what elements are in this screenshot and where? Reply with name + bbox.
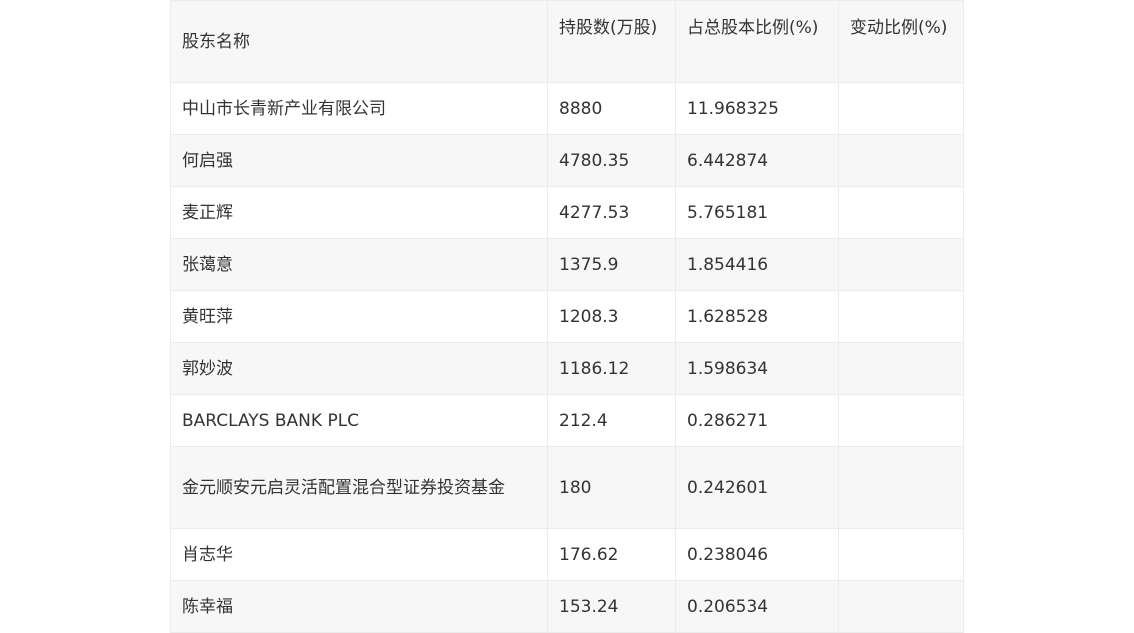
table-row: 中山市长青新产业有限公司 8880 11.968325 xyxy=(170,82,964,135)
table-row: 金元顺安元启灵活配置混合型证券投资基金 180 0.242601 xyxy=(170,446,964,529)
header-row: 股东名称 持股数(万股) 占总股本比例(%) 变动比例(%) xyxy=(170,0,964,83)
cell-shareholder-name: 郭妙波 xyxy=(170,342,548,395)
table-row: 陈幸福 153.24 0.206534 xyxy=(170,580,964,633)
table-body: 中山市长青新产业有限公司 8880 11.968325 何启强 4780.35 … xyxy=(170,82,964,633)
cell-shares: 1186.12 xyxy=(547,342,676,395)
cell-ratio: 1.598634 xyxy=(675,342,839,395)
cell-ratio: 5.765181 xyxy=(675,186,839,239)
cell-change xyxy=(838,446,964,529)
header-ratio: 占总股本比例(%) xyxy=(675,0,839,83)
cell-shareholder-name: 肖志华 xyxy=(170,528,548,581)
cell-change xyxy=(838,580,964,633)
cell-ratio: 11.968325 xyxy=(675,82,839,135)
cell-shareholder-name: 中山市长青新产业有限公司 xyxy=(170,82,548,135)
cell-shares: 4277.53 xyxy=(547,186,676,239)
cell-shares: 1208.3 xyxy=(547,290,676,343)
cell-ratio: 1.628528 xyxy=(675,290,839,343)
cell-shares: 1375.9 xyxy=(547,238,676,291)
cell-shares: 153.24 xyxy=(547,580,676,633)
header-shareholder-name: 股东名称 xyxy=(170,0,548,83)
table-row: BARCLAYS BANK PLC 212.4 0.286271 xyxy=(170,394,964,447)
cell-ratio: 6.442874 xyxy=(675,134,839,187)
cell-shareholder-name: 何启强 xyxy=(170,134,548,187)
cell-ratio: 0.238046 xyxy=(675,528,839,581)
cell-change xyxy=(838,290,964,343)
cell-shares: 212.4 xyxy=(547,394,676,447)
cell-shareholder-name: 黄旺萍 xyxy=(170,290,548,343)
header-shares: 持股数(万股) xyxy=(547,0,676,83)
cell-shareholder-name: 麦正辉 xyxy=(170,186,548,239)
cell-change xyxy=(838,394,964,447)
cell-change xyxy=(838,186,964,239)
cell-shareholder-name: 陈幸福 xyxy=(170,580,548,633)
cell-ratio: 1.854416 xyxy=(675,238,839,291)
table-row: 何启强 4780.35 6.442874 xyxy=(170,134,964,187)
cell-change xyxy=(838,82,964,135)
cell-ratio: 0.242601 xyxy=(675,446,839,529)
cell-shares: 180 xyxy=(547,446,676,529)
shareholder-table: 股东名称 持股数(万股) 占总股本比例(%) 变动比例(%) 中山市长青新产业有… xyxy=(170,0,964,633)
table-row: 肖志华 176.62 0.238046 xyxy=(170,528,964,581)
cell-shares: 176.62 xyxy=(547,528,676,581)
cell-shares: 4780.35 xyxy=(547,134,676,187)
cell-shareholder-name: BARCLAYS BANK PLC xyxy=(170,394,548,447)
cell-ratio: 0.286271 xyxy=(675,394,839,447)
cell-change xyxy=(838,134,964,187)
cell-change xyxy=(838,342,964,395)
cell-shareholder-name: 张蔼意 xyxy=(170,238,548,291)
table-row: 黄旺萍 1208.3 1.628528 xyxy=(170,290,964,343)
shareholder-table-container: 股东名称 持股数(万股) 占总股本比例(%) 变动比例(%) 中山市长青新产业有… xyxy=(170,0,964,633)
table-header: 股东名称 持股数(万股) 占总股本比例(%) 变动比例(%) xyxy=(170,0,964,83)
cell-shareholder-name: 金元顺安元启灵活配置混合型证券投资基金 xyxy=(170,446,548,529)
cell-shares: 8880 xyxy=(547,82,676,135)
table-row: 郭妙波 1186.12 1.598634 xyxy=(170,342,964,395)
table-row: 张蔼意 1375.9 1.854416 xyxy=(170,238,964,291)
cell-change xyxy=(838,238,964,291)
cell-ratio: 0.206534 xyxy=(675,580,839,633)
cell-change xyxy=(838,528,964,581)
table-row: 麦正辉 4277.53 5.765181 xyxy=(170,186,964,239)
header-change: 变动比例(%) xyxy=(838,0,964,83)
